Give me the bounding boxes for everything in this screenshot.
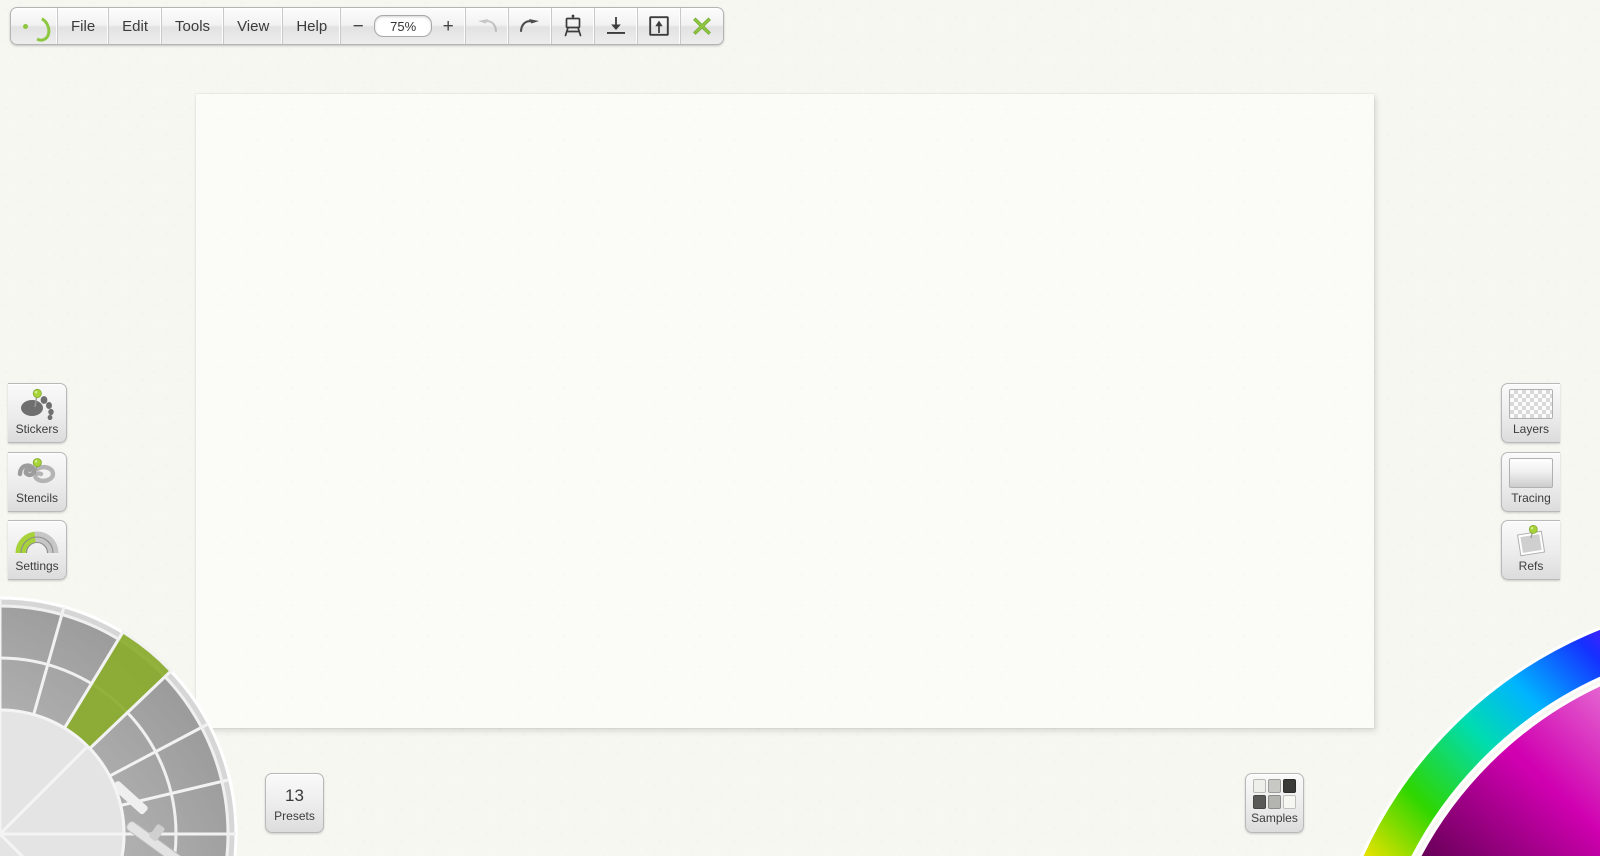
flatten-icon (607, 17, 626, 34)
reference-pin-icon (1508, 524, 1554, 558)
menu-help-label: Help (296, 17, 328, 35)
presets-label: Presets (274, 809, 315, 823)
menu-edit-label: Edit (122, 17, 149, 35)
tool-oil-brush[interactable] (0, 680, 47, 748)
presets-count: 13 (285, 786, 304, 805)
sticker-foot-icon (14, 387, 60, 421)
sidebar-item-stencils[interactable]: Stencils (8, 452, 67, 512)
saturation-value-area[interactable] (1374, 648, 1600, 856)
tracing-image-icon (1508, 456, 1554, 490)
samples-swatch-grid (1252, 779, 1297, 809)
sidebar-item-layers-label: Layers (1512, 422, 1550, 436)
menu-tools-label: Tools (175, 17, 211, 35)
sidebar-item-settings[interactable]: Settings (8, 520, 67, 580)
artrage-logo-button[interactable] (11, 8, 58, 44)
presets-button[interactable]: 13 Presets (265, 773, 324, 833)
close-button[interactable] (681, 8, 723, 44)
zoom-input[interactable]: 75% (374, 15, 433, 37)
sidebar-item-tracing-label: Tracing (1511, 491, 1551, 505)
artrage-application-window: File Edit Tools View Help − 75% + Sticke… (0, 0, 1600, 856)
zoom-control: − 75% + (341, 8, 467, 44)
easel-icon (564, 14, 582, 37)
sidebar-item-settings-label: Settings (15, 559, 59, 573)
samples-button[interactable]: Samples (1245, 773, 1304, 833)
artrage-logo-icon (21, 13, 55, 44)
samples-label: Samples (1251, 811, 1298, 825)
zoom-out-button[interactable]: − (349, 17, 367, 36)
zoom-in-button[interactable]: + (439, 17, 457, 36)
sidebar-item-stickers[interactable]: Stickers (8, 383, 67, 443)
undo-icon (478, 19, 498, 33)
tool-roller[interactable] (0, 790, 35, 856)
painting-canvas[interactable] (196, 94, 1374, 728)
sidebar-item-refs-label: Refs (1518, 559, 1544, 573)
sidebar-item-tracing[interactable]: Tracing (1501, 452, 1560, 512)
redo-button[interactable] (509, 8, 553, 44)
close-icon (693, 17, 712, 35)
metallic-ring[interactable]: Metallic 0% (1538, 812, 1600, 856)
stencil-icon (14, 456, 60, 490)
undo-button[interactable] (466, 8, 510, 44)
menu-view-label: View (237, 17, 270, 35)
flatten-button[interactable] (595, 8, 639, 44)
canvas-settings-button[interactable] (552, 8, 596, 44)
menu-tools[interactable]: Tools (162, 8, 225, 44)
tool-palette-knife[interactable] (39, 714, 153, 820)
menu-edit[interactable]: Edit (109, 8, 163, 44)
tool-airbrush[interactable] (125, 809, 211, 856)
layers-checker-icon (1508, 387, 1554, 421)
sidebar-item-layers[interactable]: Layers (1501, 383, 1560, 443)
menu-file[interactable]: File (58, 8, 110, 44)
menu-view[interactable]: View (224, 8, 284, 44)
sidebar-item-stencils-label: Stencils (15, 491, 59, 505)
settings-gauge-icon (14, 524, 60, 558)
sidebar-item-stickers-label: Stickers (15, 422, 59, 436)
sidebar-item-refs[interactable]: Refs (1501, 520, 1560, 580)
pin-canvas-button[interactable] (638, 8, 682, 44)
menu-help[interactable]: Help (283, 8, 342, 44)
menu-file-label: File (71, 17, 96, 35)
pin-canvas-icon (649, 16, 669, 36)
main-toolbar: File Edit Tools View Help − 75% + (10, 7, 725, 45)
redo-icon (520, 19, 540, 33)
